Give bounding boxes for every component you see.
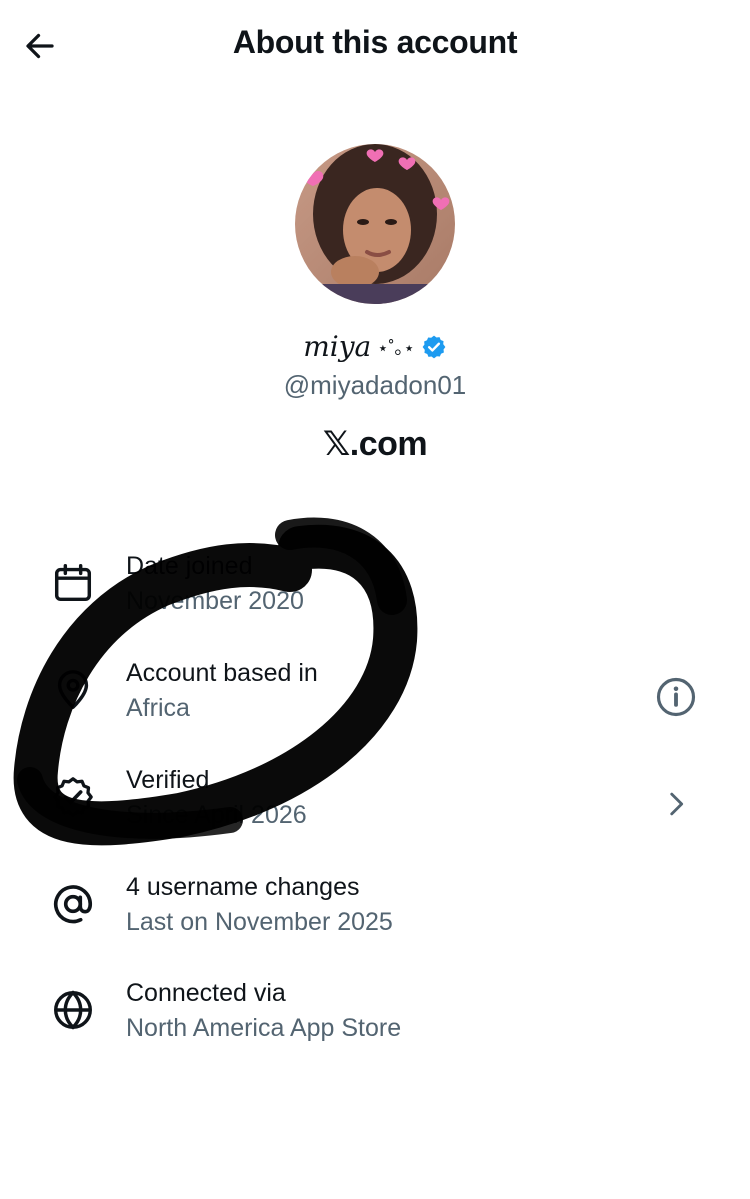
info-button[interactable] <box>648 669 704 725</box>
info-icon <box>656 677 696 717</box>
avatar[interactable] <box>295 144 455 304</box>
row-account-location: Account based in Africa <box>0 641 750 741</box>
display-name: miya <box>303 330 372 363</box>
page-title: About this account <box>232 24 518 60</box>
brand-label: 𝕏.com <box>322 425 428 463</box>
at-sign-icon <box>53 885 93 924</box>
verified-details-button[interactable] <box>648 776 704 832</box>
row-username-changes: 4 username changes Last on November 2025 <box>0 855 750 955</box>
user-handle[interactable]: @miyadadon01 <box>0 370 750 401</box>
chevron-right-icon <box>670 792 684 816</box>
row-verified[interactable]: Verified Since April 2026 <box>0 748 750 848</box>
avatar-image <box>295 144 455 304</box>
location-pin-icon <box>57 670 89 709</box>
row-title: Verified <box>126 766 210 794</box>
row-title: Connected via <box>126 979 286 1007</box>
display-name-decoration: ⋆˚｡⋆ <box>377 337 415 358</box>
row-value: Since April 2026 <box>126 801 307 829</box>
row-title: Date joined <box>126 552 253 580</box>
row-title: Account based in <box>126 659 318 687</box>
row-date-joined: Date joined November 2020 <box>0 534 750 634</box>
row-value: Africa <box>126 694 190 722</box>
globe-icon <box>54 990 92 1030</box>
row-value: North America App Store <box>126 1014 402 1042</box>
verified-badge-outline-icon <box>53 777 93 817</box>
row-title: 4 username changes <box>126 873 360 901</box>
row-value: November 2020 <box>126 587 304 615</box>
verified-badge-icon <box>422 335 446 358</box>
row-connected-via: Connected via North America App Store <box>0 961 750 1061</box>
display-name-row: miya ⋆˚｡⋆ <box>0 330 750 363</box>
header: About this account <box>0 0 750 92</box>
calendar-icon <box>54 564 92 602</box>
row-value: Last on November 2025 <box>126 908 393 936</box>
